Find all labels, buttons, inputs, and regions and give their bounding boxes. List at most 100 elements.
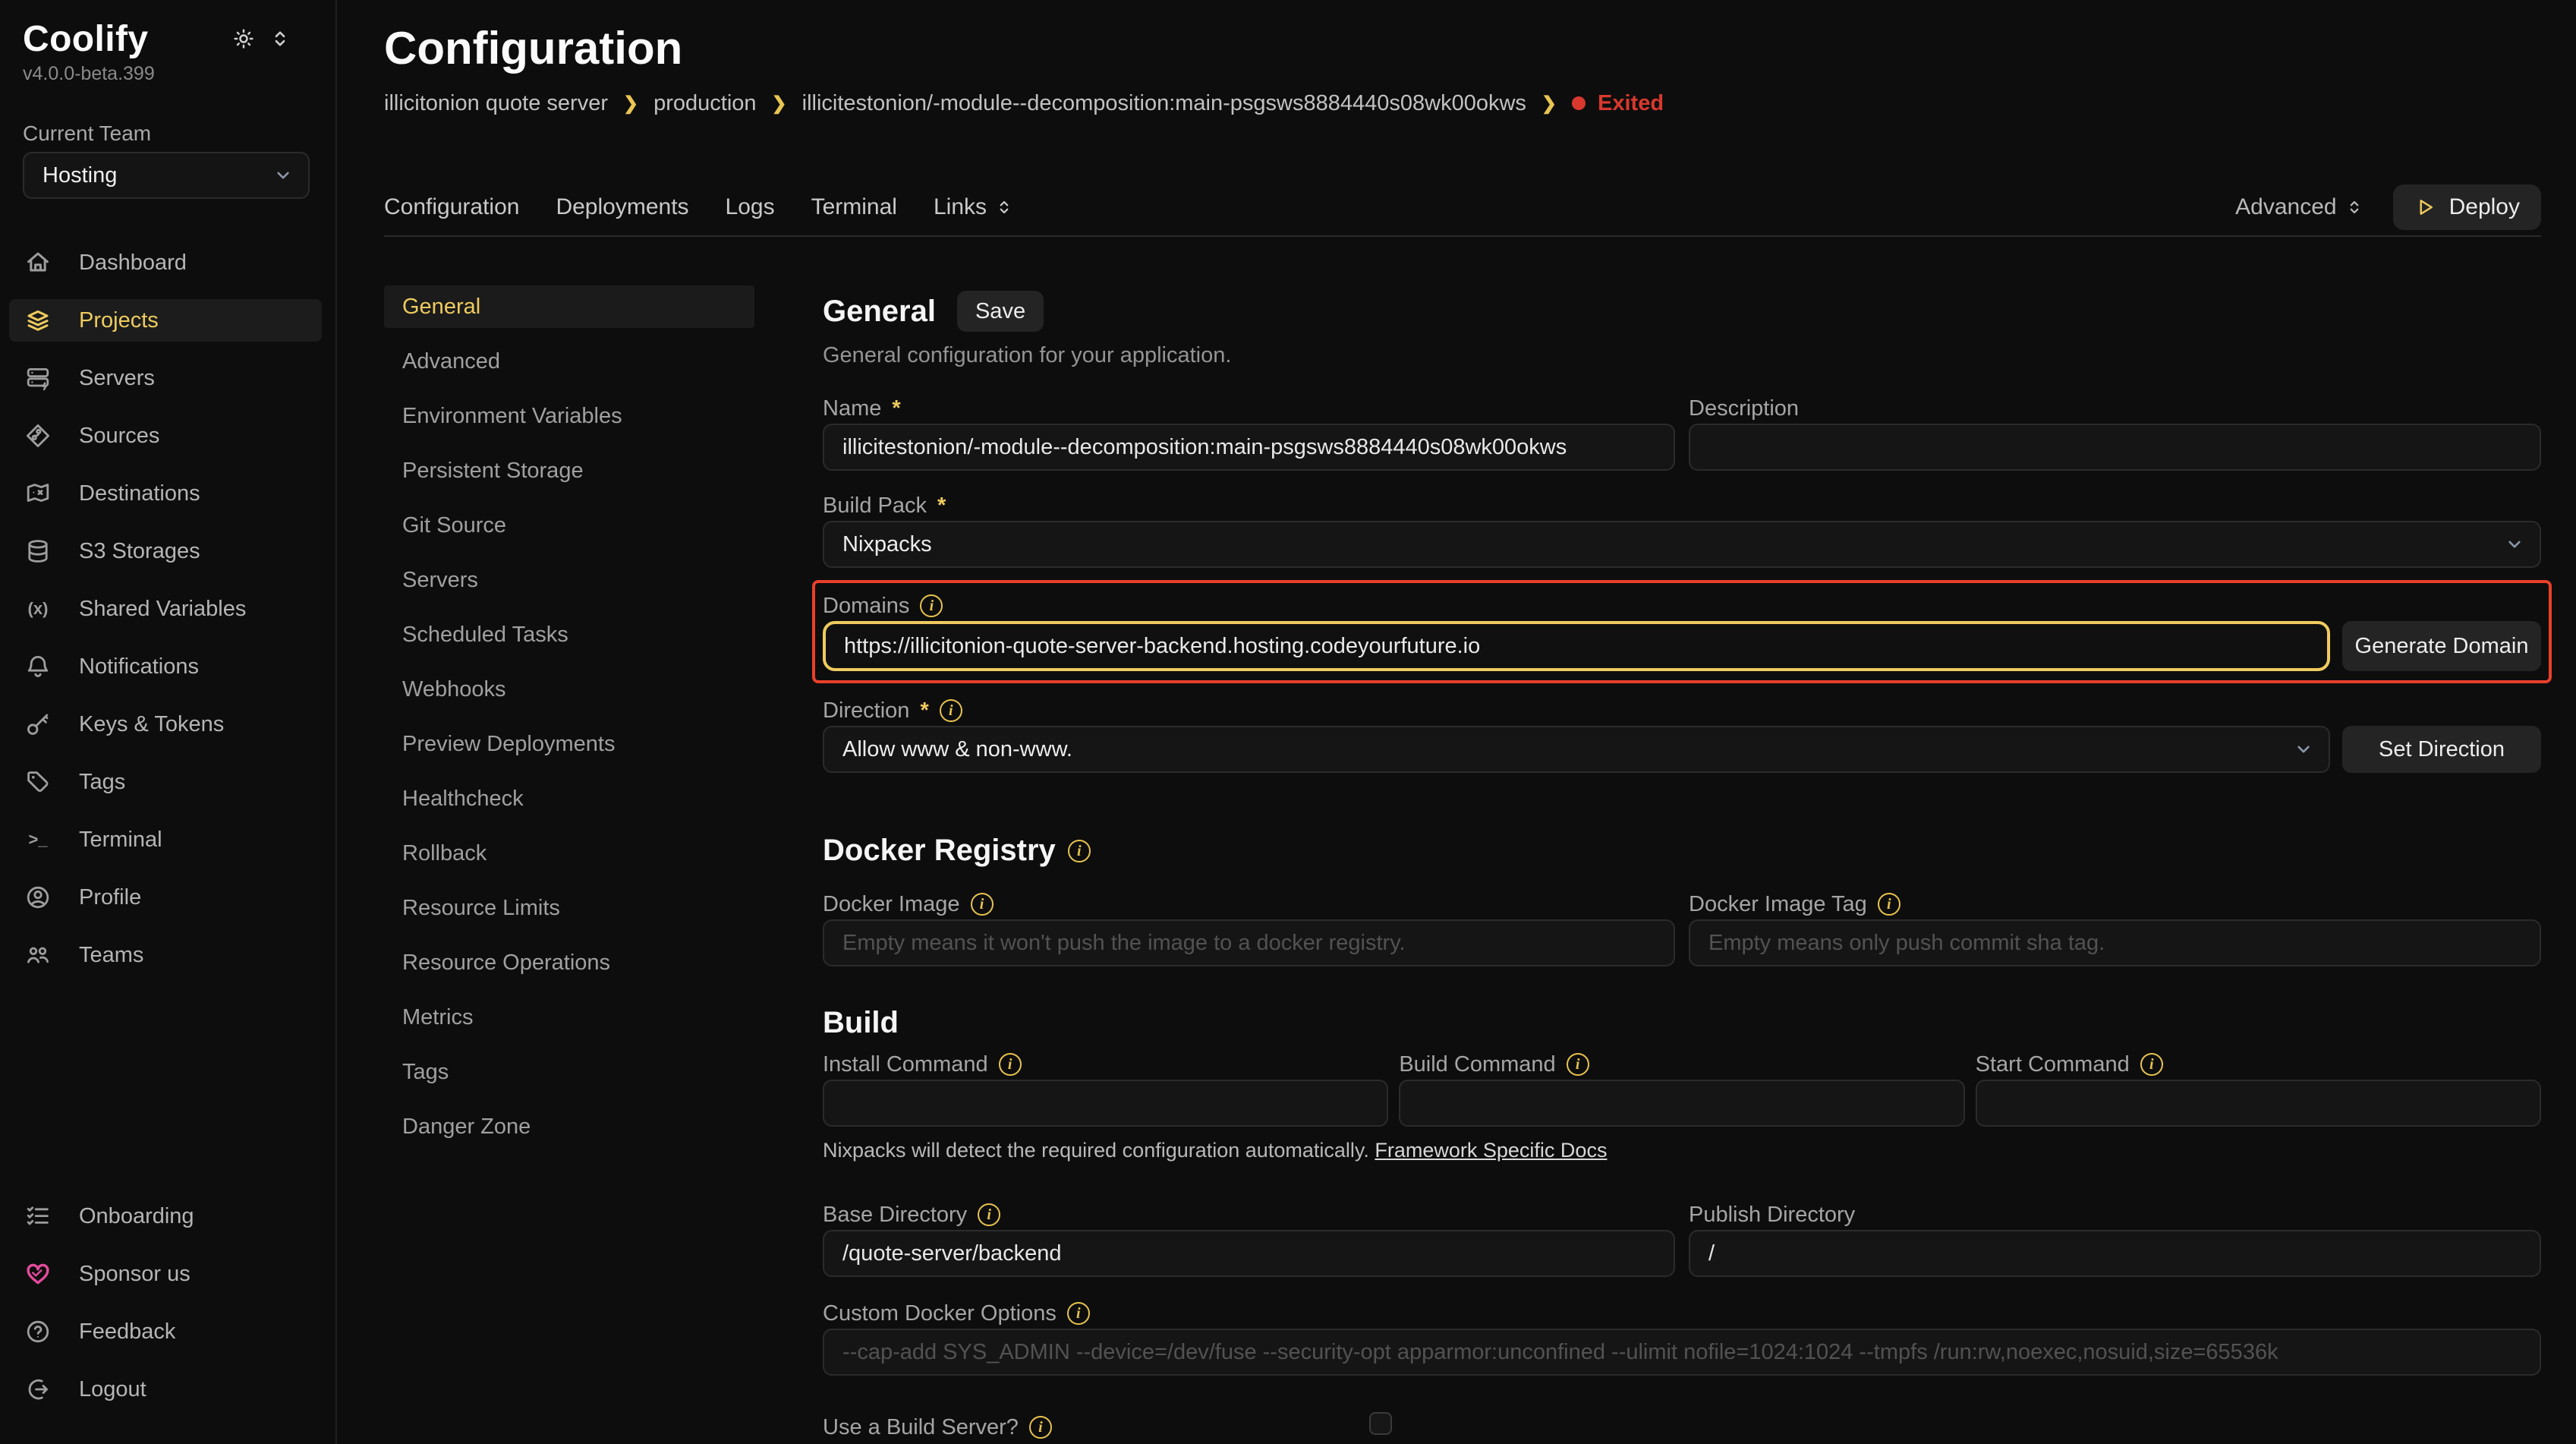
sidebar-item-profile[interactable]: Profile [9, 876, 322, 919]
sidebar-item-label: Shared Variables [79, 597, 246, 622]
sidebar-item-shared-variables[interactable]: (x) Shared Variables [9, 588, 322, 630]
sidebar-item-onboarding[interactable]: Onboarding [9, 1195, 322, 1237]
tab-deployments[interactable]: Deployments [556, 194, 688, 220]
build-pack-value: Nixpacks [842, 532, 932, 557]
subnav-item-webhooks[interactable]: Webhooks [384, 668, 754, 711]
set-direction-button[interactable]: Set Direction [2342, 726, 2541, 773]
info-icon[interactable] [1068, 840, 1091, 862]
description-input[interactable] [1689, 424, 2541, 471]
subnav-item-persistent-storage[interactable]: Persistent Storage [384, 449, 754, 492]
chevron-down-icon [2294, 739, 2313, 759]
info-icon[interactable] [1878, 893, 1901, 916]
deploy-button[interactable]: Deploy [2393, 184, 2541, 230]
subnav-item-healthcheck[interactable]: Healthcheck [384, 777, 754, 820]
info-icon[interactable] [1029, 1416, 1052, 1439]
tab-links[interactable]: Links [934, 194, 1012, 220]
tab-terminal[interactable]: Terminal [811, 194, 897, 220]
sidebar-item-label: Destinations [79, 481, 200, 506]
build-pack-select[interactable]: Nixpacks [823, 521, 2541, 568]
subnav-item-rollback[interactable]: Rollback [384, 832, 754, 875]
subnav-item-tags[interactable]: Tags [384, 1051, 754, 1093]
heart-icon [24, 1260, 52, 1288]
sidebar-item-sources[interactable]: Sources [9, 415, 322, 457]
sidebar-item-notifications[interactable]: Notifications [9, 645, 322, 688]
sidebar: Coolify v4.0.0-beta.399 Current Team Hos… [0, 0, 337, 1444]
sidebar-item-projects[interactable]: Projects [9, 299, 322, 342]
save-button[interactable]: Save [957, 291, 1044, 332]
play-icon [2414, 197, 2436, 218]
subnav-item-environment-variables[interactable]: Environment Variables [384, 395, 754, 437]
theme-sun-icon[interactable] [232, 27, 255, 50]
domains-input[interactable] [823, 621, 2330, 671]
info-icon[interactable] [999, 1053, 1022, 1076]
build-command-label: Build Command [1399, 1052, 1555, 1077]
publish-directory-input[interactable] [1689, 1230, 2541, 1277]
info-icon[interactable] [971, 893, 994, 916]
direction-select[interactable]: Allow www & non-www. [823, 726, 2330, 773]
sidebar-item-dashboard[interactable]: Dashboard [9, 241, 322, 284]
checklist-icon [24, 1203, 52, 1230]
tab-links-label: Links [934, 194, 987, 220]
subnav-item-preview-deployments[interactable]: Preview Deployments [384, 723, 754, 765]
info-icon[interactable] [920, 594, 943, 617]
subnav-item-scheduled-tasks[interactable]: Scheduled Tasks [384, 613, 754, 656]
info-icon[interactable] [940, 699, 962, 722]
main-content: Configuration illicitonion quote server … [337, 0, 2576, 1444]
build-server-checkbox[interactable] [1369, 1412, 1392, 1435]
sidebar-nav: Dashboard Projects Servers Sources Desti… [0, 241, 335, 992]
custom-docker-options-input[interactable] [823, 1329, 2541, 1376]
info-icon[interactable] [2140, 1053, 2163, 1076]
sidebar-item-servers[interactable]: Servers [9, 357, 322, 399]
breadcrumb-project[interactable]: illicitonion quote server [384, 91, 608, 116]
git-source-icon [24, 422, 52, 449]
docker-image-input[interactable] [823, 919, 1675, 966]
tab-configuration[interactable]: Configuration [384, 194, 519, 220]
subnav-item-resource-limits[interactable]: Resource Limits [384, 887, 754, 929]
subnav-item-danger-zone[interactable]: Danger Zone [384, 1105, 754, 1148]
advanced-dropdown[interactable]: Advanced [2235, 194, 2362, 220]
sidebar-item-s3-storages[interactable]: S3 Storages [9, 530, 322, 572]
start-command-input[interactable] [1976, 1080, 2541, 1127]
sidebar-item-label: Sources [79, 424, 159, 449]
sidebar-item-label: Onboarding [79, 1204, 194, 1229]
subnav-item-resource-operations[interactable]: Resource Operations [384, 941, 754, 984]
subnav-item-servers[interactable]: Servers [384, 559, 754, 601]
breadcrumb-environment[interactable]: production [653, 91, 756, 116]
app-version: v4.0.0-beta.399 [0, 60, 335, 85]
tab-logs[interactable]: Logs [726, 194, 775, 220]
sidebar-item-destinations[interactable]: Destinations [9, 472, 322, 515]
generate-domain-button[interactable]: Generate Domain [2342, 621, 2541, 671]
sidebar-item-sponsor[interactable]: Sponsor us [9, 1253, 322, 1295]
info-icon[interactable] [1067, 1302, 1090, 1325]
team-select[interactable]: Hosting [23, 152, 310, 199]
sidebar-item-terminal[interactable]: >_ Terminal [9, 818, 322, 861]
breadcrumb-application[interactable]: illicitestonion/-module--decomposition:m… [802, 91, 1526, 116]
docker-image-label: Docker Image [823, 892, 960, 917]
base-directory-input[interactable] [823, 1230, 1675, 1277]
deploy-label: Deploy [2449, 194, 2520, 220]
terminal-icon: >_ [24, 826, 52, 853]
subnav-item-metrics[interactable]: Metrics [384, 996, 754, 1039]
sidebar-item-label: Dashboard [79, 251, 187, 276]
build-command-input[interactable] [1399, 1080, 1964, 1127]
sidebar-item-label: Logout [79, 1377, 146, 1402]
status-text: Exited [1598, 91, 1664, 116]
name-input[interactable] [823, 424, 1675, 471]
subnav-item-general[interactable]: General [384, 285, 754, 328]
info-icon[interactable] [1567, 1053, 1589, 1076]
sidebar-item-feedback[interactable]: Feedback [9, 1310, 322, 1353]
theme-select-chevrons-icon[interactable] [270, 27, 290, 50]
advanced-label: Advanced [2235, 194, 2336, 220]
sidebar-item-tags[interactable]: Tags [9, 761, 322, 803]
framework-docs-link[interactable]: Framework Specific Docs [1375, 1139, 1607, 1162]
home-icon [24, 249, 52, 276]
name-label: Name [823, 396, 881, 421]
sidebar-item-keys-tokens[interactable]: Keys & Tokens [9, 703, 322, 746]
install-command-input[interactable] [823, 1080, 1388, 1127]
sidebar-item-logout[interactable]: Logout [9, 1368, 322, 1411]
docker-image-tag-input[interactable] [1689, 919, 2541, 966]
subnav-item-git-source[interactable]: Git Source [384, 504, 754, 547]
info-icon[interactable] [978, 1203, 1000, 1226]
sidebar-item-teams[interactable]: Teams [9, 934, 322, 976]
subnav-item-advanced[interactable]: Advanced [384, 340, 754, 383]
